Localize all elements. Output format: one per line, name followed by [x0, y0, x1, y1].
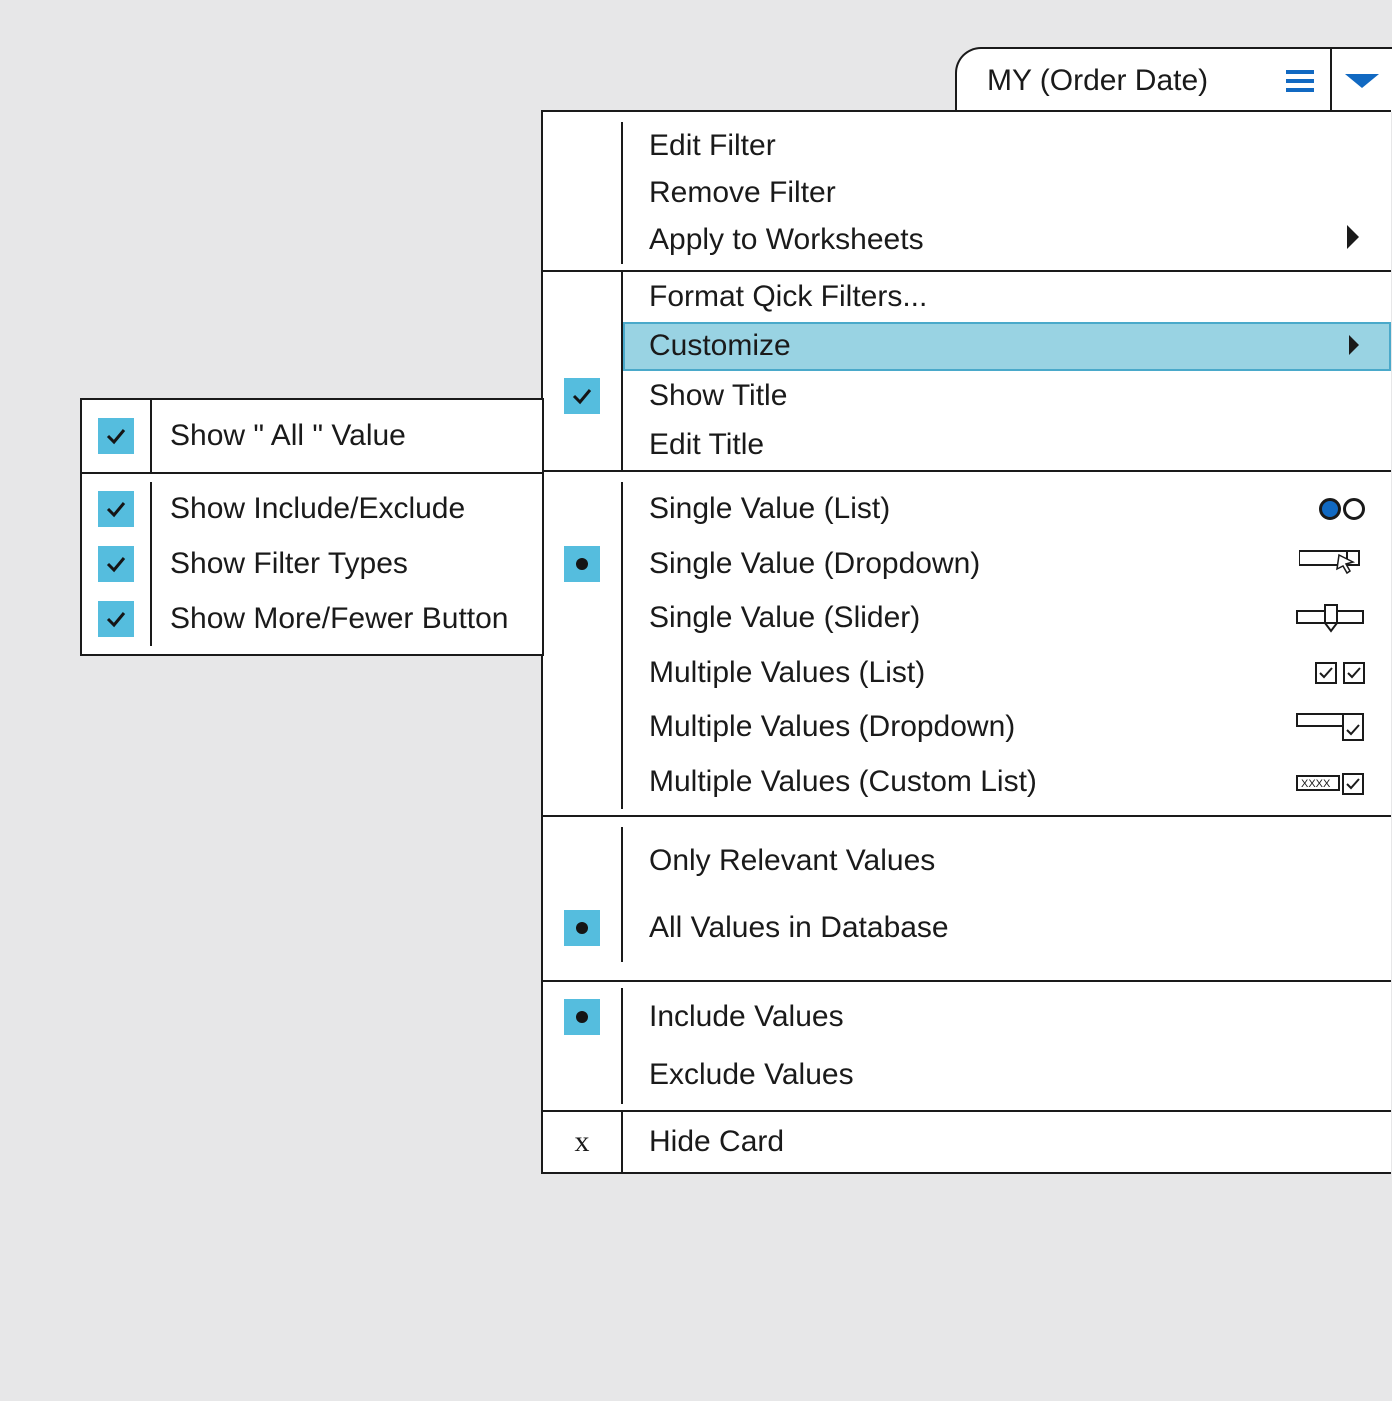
submenu-arrow-icon: [1347, 223, 1359, 257]
filter-card-title: MY (Order Date): [987, 64, 1208, 98]
menu-icon: [1286, 70, 1314, 92]
submenu-item-show-filter-types[interactable]: Show Filter Types: [152, 537, 542, 592]
menu-item-apply-to-worksheets[interactable]: Apply to Worksheets: [623, 217, 1391, 264]
menu-item-only-relevant-values[interactable]: Only Relevant Values: [623, 827, 1391, 895]
svg-text:XXXX: XXXX: [1301, 778, 1331, 790]
menu-item-format-quick-filters[interactable]: Format Qick Filters...: [623, 272, 1391, 322]
custom-list-icon: XXXX: [1295, 768, 1365, 796]
menu-section-basic: Edit Filter Remove Filter Apply to Works…: [543, 112, 1391, 272]
menu-item-multiple-values-list[interactable]: Multiple Values (List): [623, 646, 1391, 701]
slider-icon: [1295, 603, 1365, 633]
menu-item-hide-card[interactable]: Hide Card: [623, 1112, 1391, 1172]
chevron-down-icon: [1345, 74, 1379, 88]
bullet-icon: [564, 999, 600, 1035]
menu-item-include-values[interactable]: Include Values: [623, 988, 1391, 1046]
menu-item-multiple-values-custom[interactable]: Multiple Values (Custom List) XXXX: [623, 755, 1391, 810]
filter-context-menu: Edit Filter Remove Filter Apply to Works…: [541, 110, 1391, 1174]
menu-section-include-exclude: Include Values Exclude Values: [543, 982, 1391, 1112]
multi-dropdown-icon: [1295, 712, 1365, 742]
menu-item-show-title[interactable]: Show Title: [623, 371, 1391, 421]
filter-card-header: MY (Order Date): [955, 47, 1392, 112]
close-icon: x: [575, 1125, 590, 1159]
menu-item-edit-title[interactable]: Edit Title: [623, 421, 1391, 471]
customize-section-all-value: Show " All " Value: [82, 400, 542, 474]
menu-item-exclude-values[interactable]: Exclude Values: [623, 1046, 1391, 1104]
menu-section-filter-type: Single Value (List) Single Value (Dropdo…: [543, 472, 1391, 817]
bullet-icon: [564, 546, 600, 582]
menu-section-hide: x Hide Card: [543, 1112, 1391, 1172]
check-icon: [98, 546, 134, 582]
menu-item-multiple-values-dropdown[interactable]: Multiple Values (Dropdown): [623, 700, 1391, 755]
menu-item-single-value-list[interactable]: Single Value (List): [623, 482, 1391, 537]
dropdown-cursor-icon: [1295, 547, 1365, 581]
menu-item-all-values-in-database[interactable]: All Values in Database: [623, 895, 1391, 963]
menu-item-remove-filter[interactable]: Remove Filter: [623, 169, 1391, 216]
submenu-item-show-all-value[interactable]: Show " All " Value: [152, 400, 542, 472]
submenu-item-show-more-fewer-button[interactable]: Show More/Fewer Button: [152, 591, 542, 646]
menu-item-edit-filter[interactable]: Edit Filter: [623, 122, 1391, 169]
radio-list-icon: [1295, 498, 1365, 520]
submenu-item-show-include-exclude[interactable]: Show Include/Exclude: [152, 482, 542, 537]
bullet-icon: [564, 910, 600, 946]
customize-section-options: Show Include/Exclude Show Filter Types S…: [82, 474, 542, 654]
menu-section-customize: Format Qick Filters... Customize Show Ti…: [543, 272, 1391, 472]
check-icon: [98, 491, 134, 527]
check-icon: [564, 378, 600, 414]
checkbox-list-icon: [1295, 662, 1365, 684]
menu-section-value-scope: Only Relevant Values All Values in Datab…: [543, 817, 1391, 982]
customize-submenu: Show " All " Value Show: [80, 398, 544, 656]
filter-card-dropdown-button[interactable]: [1332, 49, 1392, 112]
check-icon: [98, 601, 134, 637]
submenu-arrow-icon: [1349, 329, 1359, 363]
menu-item-single-value-slider[interactable]: Single Value (Slider): [623, 591, 1391, 646]
filter-card-menu-button[interactable]: [1270, 49, 1330, 112]
menu-item-customize[interactable]: Customize: [623, 322, 1391, 372]
menu-item-single-value-dropdown[interactable]: Single Value (Dropdown): [623, 537, 1391, 592]
check-icon: [98, 418, 134, 454]
